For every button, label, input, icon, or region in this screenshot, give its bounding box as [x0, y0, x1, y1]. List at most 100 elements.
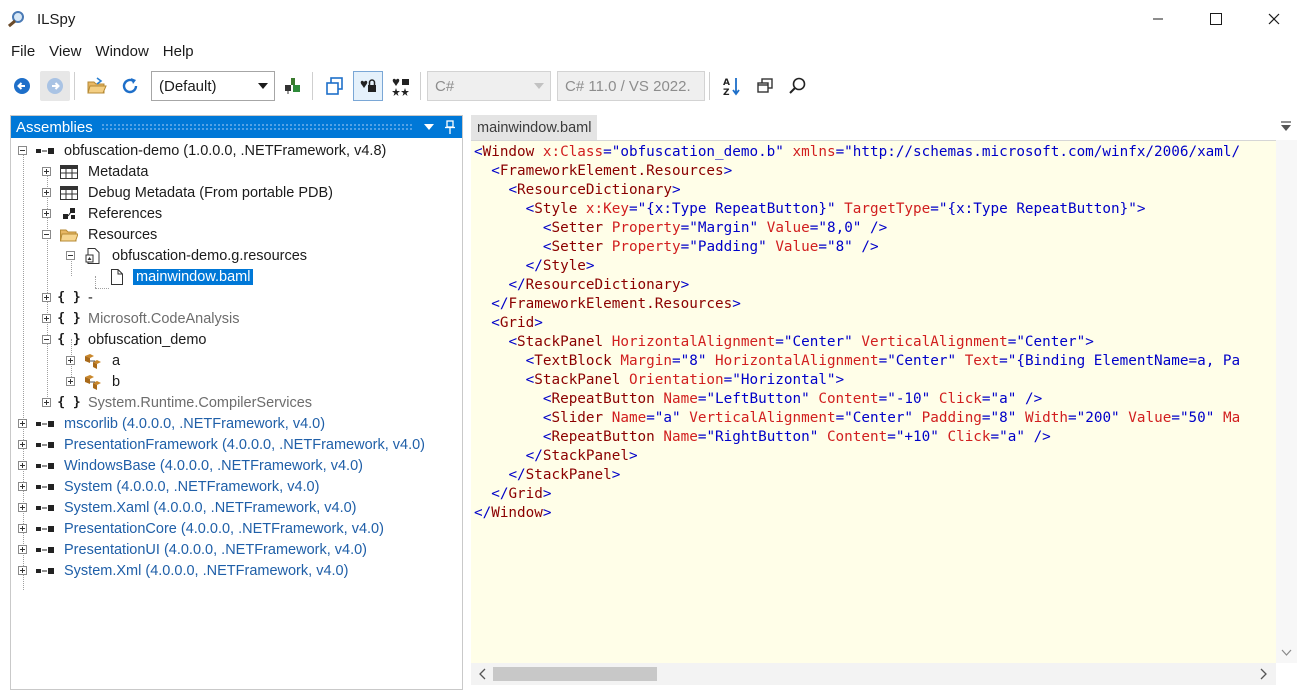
- tree-node-namespace-codeanalysis[interactable]: { } Microsoft.CodeAnalysis: [42, 308, 243, 329]
- menu-file[interactable]: File: [4, 43, 42, 60]
- language-dropdown[interactable]: (Default): [151, 71, 275, 101]
- tree-node-label: a: [112, 352, 121, 369]
- expand-toggle[interactable]: [18, 482, 27, 491]
- vertical-scrollbar[interactable]: [1276, 140, 1297, 663]
- expand-toggle[interactable]: [18, 524, 27, 533]
- code-line: <Setter Property="Margin" Value="8,0" />: [542, 220, 888, 236]
- expand-toggle[interactable]: [18, 566, 27, 575]
- tree-node-label: -: [88, 289, 93, 306]
- expand-toggle[interactable]: [18, 503, 27, 512]
- code-line: <Grid>: [491, 315, 543, 331]
- maximize-button[interactable]: [1187, 0, 1245, 38]
- refresh-icon: [122, 78, 138, 94]
- panel-menu-button[interactable]: [420, 118, 438, 136]
- search-button[interactable]: [783, 71, 813, 101]
- expand-toggle[interactable]: [66, 356, 75, 365]
- expand-toggle[interactable]: [42, 398, 51, 407]
- minimize-button[interactable]: [1129, 0, 1187, 38]
- open-window-button[interactable]: [750, 71, 780, 101]
- tree-node-assembly-system[interactable]: System (4.0.0.0, .NETFramework, v4.0): [18, 476, 322, 497]
- tree-node-label: PresentationUI (4.0.0.0, .NETFramework, …: [64, 541, 367, 558]
- tree-node-resources-file[interactable]: obfuscation-demo.g.resources: [66, 245, 310, 266]
- close-button[interactable]: [1245, 0, 1303, 38]
- tree-node-label: PresentationCore (4.0.0.0, .NETFramework…: [64, 520, 384, 537]
- metadata-table-icon: [59, 185, 79, 201]
- tree-node-assembly-mscorlib[interactable]: mscorlib (4.0.0.0, .NETFramework, v4.0): [18, 413, 328, 434]
- toolbar-separator: [709, 72, 710, 100]
- expand-toggle[interactable]: [42, 314, 51, 323]
- assemblies-panel-title: Assemblies: [16, 118, 93, 136]
- tree-node-assembly-windowsbase[interactable]: WindowsBase (4.0.0.0, .NETFramework, v4.…: [18, 455, 366, 476]
- document-list-button[interactable]: [1279, 119, 1293, 133]
- tree-node-namespace-obfuscation-demo[interactable]: { } obfuscation_demo: [42, 329, 210, 350]
- tree-node-label: obfuscation-demo (1.0.0.0, .NETFramework…: [64, 142, 387, 159]
- tree-node-namespace-compilerservices[interactable]: { } System.Runtime.CompilerServices: [42, 392, 315, 413]
- tree-node-resources[interactable]: Resources: [42, 224, 160, 245]
- decompiler-language-value: C#: [435, 77, 455, 95]
- heart-star-icon: [392, 78, 409, 96]
- assembly-icon: [35, 563, 55, 579]
- metadata-table-icon: [59, 164, 79, 180]
- collapse-toggle[interactable]: [66, 251, 75, 260]
- namespace-icon: { }: [57, 311, 81, 326]
- decompiler-language-dropdown[interactable]: C#: [427, 71, 551, 101]
- collapse-toggle[interactable]: [18, 146, 27, 155]
- horizontal-scroll-thumb[interactable]: [493, 667, 657, 681]
- resource-file-icon: [83, 247, 103, 264]
- tab-label: mainwindow.baml: [477, 119, 592, 136]
- expand-toggle[interactable]: [18, 545, 27, 554]
- manage-assembly-lists-button[interactable]: [278, 71, 308, 101]
- code-editor[interactable]: <Window x:Class="obfuscation_demo.b" xml…: [471, 140, 1276, 663]
- sort-assemblies-button[interactable]: AZ: [717, 71, 747, 101]
- sort-az-icon: AZ: [723, 78, 740, 96]
- search-icon: [789, 77, 806, 94]
- code-line: </StackPanel>: [508, 467, 621, 483]
- document-pane: mainwindow.baml <Window x:Class="obfusca…: [471, 115, 1297, 690]
- tree-node-assembly-presentationframework[interactable]: PresentationFramework (4.0.0.0, .NETFram…: [18, 434, 428, 455]
- class-icon: [83, 353, 103, 369]
- tree-node-namespace-empty[interactable]: { } -: [42, 287, 96, 308]
- tree-node-assembly-system-xml[interactable]: System.Xml (4.0.0.0, .NETFramework, v4.0…: [18, 560, 351, 581]
- open-button[interactable]: [82, 71, 112, 101]
- tree-node-assembly-system-xaml[interactable]: System.Xaml (4.0.0.0, .NETFramework, v4.…: [18, 497, 360, 518]
- pin-button[interactable]: [441, 118, 459, 136]
- menu-view[interactable]: View: [42, 43, 88, 60]
- show-internal-api-toggle[interactable]: [353, 71, 383, 101]
- menu-window[interactable]: Window: [88, 43, 155, 60]
- show-all-api-toggle[interactable]: [386, 71, 416, 101]
- expand-toggle[interactable]: [42, 167, 51, 176]
- tree-node-debug-metadata[interactable]: Debug Metadata (From portable PDB): [42, 182, 336, 203]
- expand-toggle[interactable]: [42, 293, 51, 302]
- tree-node-metadata[interactable]: Metadata: [42, 161, 151, 182]
- assembly-list-icon: [285, 78, 300, 94]
- collapse-toggle[interactable]: [42, 335, 51, 344]
- collapse-all-button[interactable]: [320, 71, 350, 101]
- language-version-dropdown[interactable]: C# 11.0 / VS 2022.: [557, 71, 705, 101]
- tree-node-class-a[interactable]: a: [66, 350, 123, 371]
- svg-text:A: A: [723, 78, 730, 88]
- tree-node-assembly-presentationcore[interactable]: PresentationCore (4.0.0.0, .NETFramework…: [18, 518, 387, 539]
- file-icon: [107, 268, 127, 285]
- expand-toggle[interactable]: [18, 461, 27, 470]
- tree-node-references[interactable]: References: [42, 203, 165, 224]
- back-button[interactable]: [7, 71, 37, 101]
- expand-toggle[interactable]: [42, 188, 51, 197]
- tree-node-label: System (4.0.0.0, .NETFramework, v4.0): [64, 478, 320, 495]
- menu-help[interactable]: Help: [156, 43, 201, 60]
- tree-node-mainwindow-baml[interactable]: mainwindow.baml: [90, 266, 254, 287]
- collapse-toggle[interactable]: [42, 230, 51, 239]
- expand-toggle[interactable]: [18, 440, 27, 449]
- code-line: <Setter Property="Padding" Value="8" />: [542, 239, 879, 255]
- expand-toggle[interactable]: [66, 377, 75, 386]
- reload-button[interactable]: [115, 71, 145, 101]
- tree-node-obfuscation-demo[interactable]: obfuscation-demo (1.0.0.0, .NETFramework…: [18, 140, 389, 161]
- expand-toggle[interactable]: [18, 419, 27, 428]
- tree-node-assembly-presentationui[interactable]: PresentationUI (4.0.0.0, .NETFramework, …: [18, 539, 370, 560]
- tab-mainwindow-baml[interactable]: mainwindow.baml: [471, 115, 598, 140]
- horizontal-scrollbar[interactable]: [471, 663, 1276, 685]
- tree-node-class-b[interactable]: b: [66, 371, 123, 392]
- expand-toggle[interactable]: [42, 209, 51, 218]
- references-icon: [59, 206, 79, 222]
- forward-button[interactable]: [40, 71, 70, 101]
- assembly-icon: [35, 479, 55, 495]
